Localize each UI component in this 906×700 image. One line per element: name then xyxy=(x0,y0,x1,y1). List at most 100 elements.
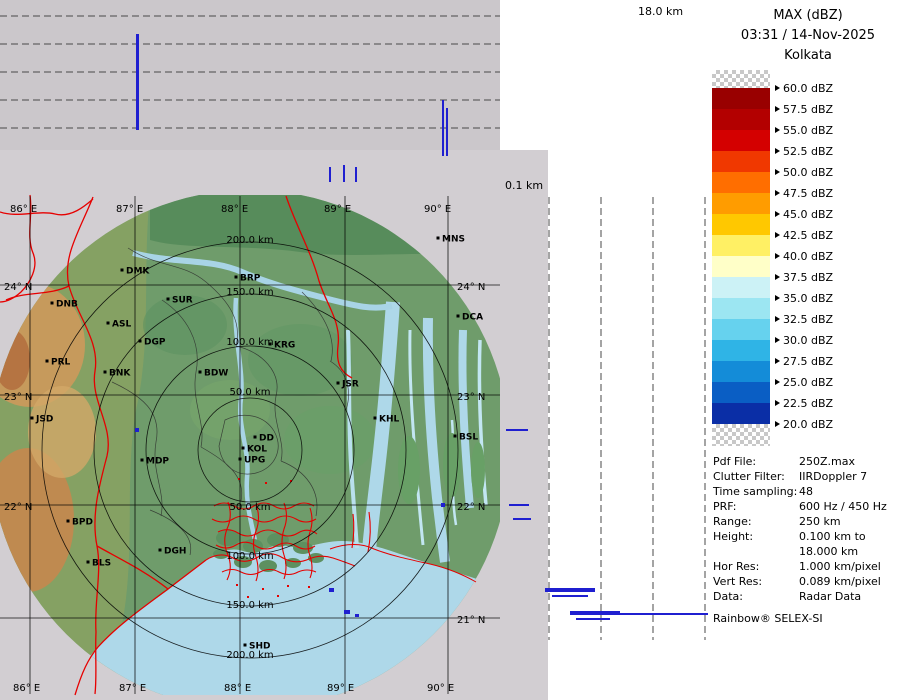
legend-label: 32.5 dBZ xyxy=(775,313,833,325)
echo-mark xyxy=(506,429,528,431)
lon-label-bottom: 90° E xyxy=(427,683,454,694)
legend-tick-arrow-icon xyxy=(775,211,780,217)
lon-label-bottom: 87° E xyxy=(119,683,146,694)
lon-label-top: 86° E xyxy=(10,204,37,215)
info-value: 48 xyxy=(799,485,905,498)
lat-label-right: 22° N xyxy=(457,502,485,513)
station-dot-BNK xyxy=(104,371,107,374)
station-dot-DMK xyxy=(121,269,124,272)
legend-tick-arrow-icon xyxy=(775,316,780,322)
legend-label-text: 35.0 dBZ xyxy=(783,292,833,305)
info-label: Vert Res: xyxy=(713,575,799,588)
station-dot-ASL xyxy=(107,322,110,325)
lon-label-top: 87° E xyxy=(116,204,143,215)
legend-tick-arrow-icon xyxy=(775,295,780,301)
color-scale-labels: 60.0 dBZ57.5 dBZ55.0 dBZ52.5 dBZ50.0 dBZ… xyxy=(712,70,904,450)
echo-mark xyxy=(329,588,334,592)
echo-mark xyxy=(355,614,359,617)
legend-label: 27.5 dBZ xyxy=(775,355,833,367)
legend-label: 57.5 dBZ xyxy=(775,103,833,115)
legend-tick-arrow-icon xyxy=(775,400,780,406)
legend-label-text: 50.0 dBZ xyxy=(783,166,833,179)
legend-label-text: 57.5 dBZ xyxy=(783,103,833,116)
station-label-BSL: BSL xyxy=(459,433,478,443)
station-dot-BSL xyxy=(454,435,457,438)
legend-tick-arrow-icon xyxy=(775,274,780,280)
lon-label-bottom: 89° E xyxy=(327,683,354,694)
station-label-DMK: DMK xyxy=(126,267,150,277)
legend-label-text: 30.0 dBZ xyxy=(783,334,833,347)
station-label-KHL: KHL xyxy=(379,415,400,425)
echo-mark xyxy=(545,588,595,592)
legend-label-text: 32.5 dBZ xyxy=(783,313,833,326)
info-value: 18.000 km xyxy=(799,545,905,558)
station-label-DCA: DCA xyxy=(462,313,483,323)
echo-mark xyxy=(343,165,345,182)
info-value: 250Z.max xyxy=(799,455,905,468)
legend-label: 47.5 dBZ xyxy=(775,187,833,199)
station-dot-BPD xyxy=(67,520,70,523)
echo-mark xyxy=(136,34,139,130)
legend-tick-arrow-icon xyxy=(775,190,780,196)
station-dot-DGH xyxy=(159,549,162,552)
echo-mark xyxy=(570,611,620,615)
echo-mark xyxy=(344,610,350,614)
echo-mark xyxy=(446,108,448,156)
station-label-BPD: BPD xyxy=(72,518,93,528)
range-ring-label: 150.0 km xyxy=(226,287,273,298)
legend-label: 25.0 dBZ xyxy=(775,376,833,388)
info-label: PRF: xyxy=(713,500,799,513)
station-dot-KRG xyxy=(269,343,272,346)
legend-tick-arrow-icon xyxy=(775,169,780,175)
legend-label: 22.5 dBZ xyxy=(775,397,833,409)
product-datetime: 03:31 / 14-Nov-2025 xyxy=(710,26,906,46)
range-ring-label: 100.0 km xyxy=(226,337,273,348)
min-height-label: 0.1 km xyxy=(505,179,543,192)
station-dot-KOL xyxy=(242,447,245,450)
station-dot-DD xyxy=(254,436,257,439)
legend-label-text: 27.5 dBZ xyxy=(783,355,833,368)
lat-label-right: 23° N xyxy=(457,392,485,403)
legend-label-text: 47.5 dBZ xyxy=(783,187,833,200)
lat-label-right: 21° N xyxy=(457,615,485,626)
lon-label-top: 90° E xyxy=(424,204,451,215)
color-scale-legend: 60.0 dBZ57.5 dBZ55.0 dBZ52.5 dBZ50.0 dBZ… xyxy=(712,70,904,450)
range-ring-label: 50.0 km xyxy=(230,502,271,513)
radar-station-name: Kolkata xyxy=(710,46,906,66)
info-value: 250 km xyxy=(799,515,905,528)
station-label-BRP: BRP xyxy=(240,274,261,284)
legend-label: 20.0 dBZ xyxy=(775,418,833,430)
station-label-KOL: KOL xyxy=(247,445,267,455)
legend-label-text: 37.5 dBZ xyxy=(783,271,833,284)
legend-label-text: 60.0 dBZ xyxy=(783,82,833,95)
legend-tick-arrow-icon xyxy=(775,379,780,385)
echo-mark xyxy=(355,167,357,182)
echo-mark xyxy=(509,504,529,506)
info-label: Time sampling: xyxy=(713,485,799,498)
legend-tick-arrow-icon xyxy=(775,232,780,238)
station-label-UPG: UPG xyxy=(244,456,265,466)
echo-mark xyxy=(441,503,445,507)
station-label-PRL: PRL xyxy=(51,358,71,368)
station-dot-BLS xyxy=(87,561,90,564)
info-value: IIRDoppler 7 xyxy=(799,470,905,483)
station-label-DGP: DGP xyxy=(144,338,166,348)
radar-composite-view: 86° E86° E87° E87° E88° E88° E89° E89° E… xyxy=(0,0,710,700)
station-label-BLS: BLS xyxy=(92,559,111,569)
echo-mark xyxy=(329,167,331,182)
range-ring-label: 100.0 km xyxy=(226,551,273,562)
station-dot-DCA xyxy=(457,315,460,318)
right-strip-background xyxy=(500,150,548,700)
legend-label-text: 20.0 dBZ xyxy=(783,418,833,431)
station-label-KRG: KRG xyxy=(274,341,295,351)
info-value: 0.089 km/pixel xyxy=(799,575,905,588)
range-ring-label: 200.0 km xyxy=(226,650,273,661)
station-dot-UPG xyxy=(239,458,242,461)
station-label-DD: DD xyxy=(259,434,274,444)
legend-label: 60.0 dBZ xyxy=(775,82,833,94)
product-title: MAX (dBZ) xyxy=(710,6,906,26)
info-value: Radar Data xyxy=(799,590,905,603)
station-label-ASL: ASL xyxy=(112,320,131,330)
legend-label-text: 42.5 dBZ xyxy=(783,229,833,242)
station-label-DGH: DGH xyxy=(164,547,186,557)
